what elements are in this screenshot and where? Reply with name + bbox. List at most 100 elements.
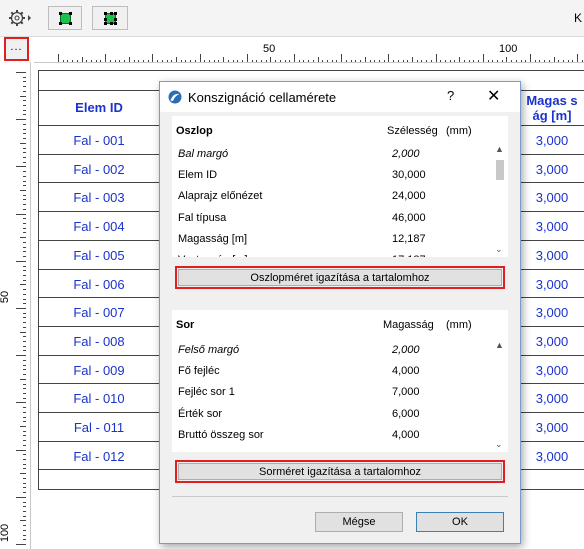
scroll-down-chevron-icon[interactable]: ⌄ bbox=[495, 244, 503, 255]
list-item[interactable]: Vastagság [m] 17,187 bbox=[172, 250, 492, 257]
horizontal-ruler: 50 100 bbox=[34, 38, 584, 63]
ruler-tick bbox=[67, 60, 69, 62]
list-item-value[interactable]: 6,000 bbox=[392, 408, 420, 420]
fit-column-size-button[interactable]: Oszlopméret igazítása a tartalomhoz bbox=[175, 266, 505, 289]
ruler-tick bbox=[109, 60, 111, 62]
ruler-tick bbox=[23, 289, 26, 291]
list-item-value[interactable]: 4,000 bbox=[392, 365, 420, 377]
ruler-tick bbox=[336, 60, 338, 62]
column-panel-header: Oszlop Szélesség (mm) bbox=[172, 116, 508, 142]
list-item-value[interactable]: 24,000 bbox=[392, 190, 426, 202]
ruler-tick bbox=[166, 60, 168, 62]
list-item[interactable]: Magasság [m] 12,187 bbox=[172, 229, 492, 250]
list-item[interactable]: Felső margó 2,000 bbox=[172, 340, 492, 361]
ruler-tick bbox=[86, 60, 88, 62]
ruler-tick bbox=[23, 303, 26, 305]
fit-row-size-button[interactable]: Sorméret igazítása a tartalomhoz bbox=[175, 460, 505, 483]
table-row-value: 3,000 bbox=[535, 391, 569, 406]
list-item-value[interactable]: 4,000 bbox=[392, 429, 420, 441]
ruler-tick bbox=[23, 293, 26, 295]
scroll-thumb[interactable] bbox=[496, 160, 504, 180]
fit-row-size-label[interactable]: Sorméret igazítása a tartalomhoz bbox=[178, 463, 502, 480]
ruler-tick bbox=[16, 260, 26, 262]
ruler-tick bbox=[20, 190, 26, 191]
ruler-tick bbox=[553, 57, 555, 62]
list-item-label: Fal típusa bbox=[178, 211, 227, 224]
schedule-header-height-line2: ág [m] bbox=[532, 108, 572, 123]
list-item[interactable]: Fejléc sor 1 7,000 bbox=[172, 382, 492, 403]
row-list-scrollbar[interactable]: ▲ ⌄ bbox=[492, 340, 508, 452]
schedule-header-elem-id: Elem ID bbox=[75, 100, 123, 115]
ok-button[interactable]: OK bbox=[416, 512, 504, 532]
list-item[interactable]: Fal típusa 46,000 bbox=[172, 208, 492, 229]
list-item-value[interactable]: 46,000 bbox=[392, 212, 426, 224]
ruler-tick bbox=[23, 114, 26, 116]
ruler-tick bbox=[23, 501, 26, 503]
ruler-tick bbox=[506, 57, 508, 62]
list-item-value[interactable]: 12,187 bbox=[392, 233, 426, 245]
column-list-scrollbar[interactable]: ▲ ⌄ bbox=[492, 144, 508, 257]
ruler-tick bbox=[449, 60, 451, 62]
ruler-tick bbox=[16, 402, 26, 404]
fit-column-size-label[interactable]: Oszlopméret igazítása a tartalomhoz bbox=[178, 269, 502, 286]
ruler-tick bbox=[23, 388, 26, 390]
help-button[interactable]: ? bbox=[447, 88, 454, 103]
ruler-options-button[interactable]: ... bbox=[4, 37, 29, 61]
height-unit: (mm) bbox=[446, 319, 472, 331]
row-list[interactable]: Felső margó 2,000 Fő fejléc 4,000 Fejléc sor… bbox=[172, 340, 492, 452]
ruler-tick bbox=[407, 60, 409, 62]
ruler-tick bbox=[16, 449, 26, 451]
ruler-tick bbox=[23, 482, 26, 484]
select-cell-edges-button[interactable] bbox=[92, 6, 128, 30]
list-item-value[interactable]: 7,000 bbox=[392, 386, 420, 398]
ruler-tick bbox=[388, 54, 390, 62]
list-item-label: Felső margó bbox=[178, 344, 240, 356]
column-list[interactable]: Bal margó 2,000 Elem ID 30,000 Alaprajz előn… bbox=[172, 144, 492, 257]
list-item[interactable]: Bal margó 2,000 bbox=[172, 144, 492, 165]
ruler-tick bbox=[426, 60, 428, 62]
list-item[interactable]: Bruttó összeg sor 4,000 bbox=[172, 425, 492, 446]
ruler-tick bbox=[23, 359, 26, 361]
list-item[interactable]: Elem ID 30,000 bbox=[172, 165, 492, 186]
cancel-button[interactable]: Mégse bbox=[315, 512, 403, 532]
ruler-tick bbox=[412, 57, 413, 62]
list-item-value[interactable]: 2,000 bbox=[392, 148, 420, 160]
ruler-tick bbox=[558, 60, 560, 62]
ruler-tick bbox=[327, 60, 329, 62]
settings-gear-button[interactable] bbox=[4, 6, 38, 30]
ruler-tick bbox=[360, 60, 362, 62]
ruler-tick bbox=[23, 322, 26, 324]
list-item[interactable]: Fő fejléc 4,000 bbox=[172, 361, 492, 382]
row-panel: Sor Magasság (mm) Felső margó 2,000 Fő fej… bbox=[172, 310, 508, 452]
list-item[interactable]: Alaprajz előnézet 24,000 bbox=[172, 186, 492, 207]
list-item[interactable]: Érték sor 6,000 bbox=[172, 404, 492, 425]
ruler-tick bbox=[397, 60, 399, 62]
ruler-tick bbox=[430, 60, 432, 62]
schedule-header-height: Magas s ág [m] bbox=[520, 93, 584, 123]
list-item-value[interactable]: 17,187 bbox=[392, 254, 426, 257]
list-item-value[interactable]: 30,000 bbox=[392, 169, 426, 181]
ruler-tick bbox=[23, 459, 26, 461]
ruler-tick bbox=[16, 496, 26, 498]
ruler-tick bbox=[16, 119, 26, 121]
list-item-value[interactable]: 2,000 bbox=[392, 344, 420, 356]
ruler-tick bbox=[23, 463, 26, 465]
ruler-tick bbox=[298, 60, 300, 62]
ruler-tick bbox=[72, 60, 74, 62]
ruler-tick bbox=[23, 218, 26, 220]
ruler-tick bbox=[23, 510, 26, 512]
scroll-up-arrow-icon[interactable]: ▲ bbox=[495, 144, 504, 154]
table-row-value: 3,000 bbox=[535, 162, 569, 177]
ruler-tick bbox=[23, 199, 26, 201]
ruler-tick bbox=[23, 454, 26, 456]
ruler-tick bbox=[23, 256, 26, 258]
ruler-tick bbox=[577, 54, 579, 62]
ruler-tick bbox=[124, 60, 126, 62]
ruler-tick bbox=[16, 544, 26, 545]
ruler-tick bbox=[23, 411, 26, 413]
scroll-down-chevron-icon[interactable]: ⌄ bbox=[495, 439, 503, 450]
ruler-tick bbox=[459, 57, 461, 62]
scroll-up-arrow-icon[interactable]: ▲ bbox=[495, 340, 504, 350]
close-button[interactable]: ✕ bbox=[487, 86, 500, 106]
select-cell-button[interactable] bbox=[48, 6, 82, 30]
